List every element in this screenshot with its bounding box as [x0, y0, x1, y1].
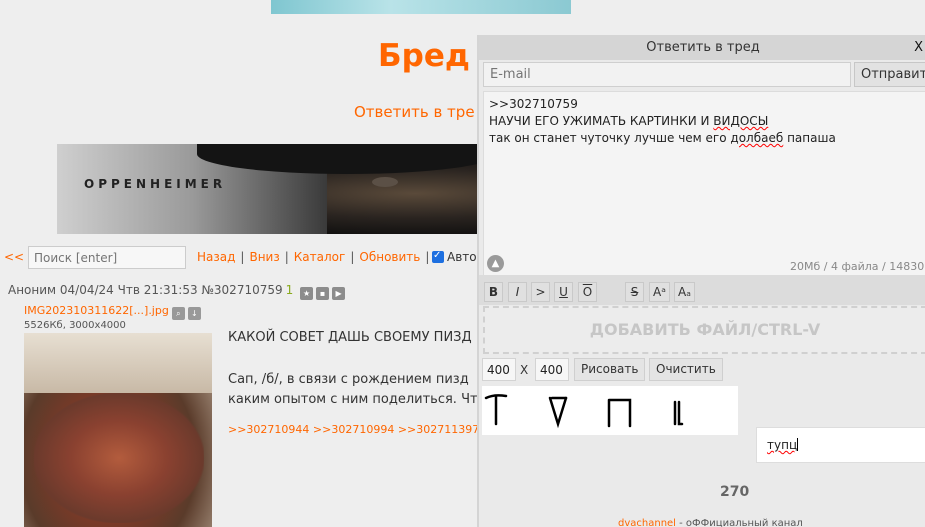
- captcha-counter: 270: [720, 484, 750, 500]
- auto-refresh-toggle[interactable]: Авто: [432, 250, 477, 264]
- dimension-x-label: X: [520, 363, 529, 377]
- message-text: так он станет чуточку лучше чем его: [489, 131, 731, 145]
- nav-link-catalog[interactable]: Каталог: [294, 250, 346, 264]
- nav-separator: |: [350, 250, 355, 264]
- message-text: папаша: [783, 131, 836, 145]
- board-banner-image[interactable]: OPPENHEIMER: [57, 144, 478, 234]
- overline-button[interactable]: O: [578, 282, 597, 302]
- post-subject: КАКОЙ СОВЕТ ДАШЬ СВОЕМУ ПИЗД: [228, 330, 472, 345]
- nav-link-refresh[interactable]: Обновить: [359, 250, 420, 264]
- captcha-answer-text: тупц: [767, 438, 798, 452]
- nav-separator: |: [284, 250, 289, 264]
- reply-form-title: Ответить в тред: [646, 40, 760, 55]
- post-thumbnail[interactable]: [24, 333, 212, 527]
- nav-separator: |: [425, 250, 430, 264]
- reply-form-window: Ответить в тред X Отправить >>302710759 …: [477, 35, 925, 527]
- file-name-link[interactable]: IMG202310311622[...].jpg ⌕ ↓: [24, 304, 201, 320]
- subscript-button[interactable]: Aₐ: [674, 282, 695, 302]
- draw-button[interactable]: Рисовать: [574, 358, 646, 381]
- star-icon[interactable]: ★: [300, 287, 314, 300]
- misspelled-word: ВИДОСЫ: [713, 114, 769, 128]
- download-icon[interactable]: ↓: [187, 307, 201, 320]
- banner-eye-left: [372, 177, 398, 187]
- channel-text: - оФФициальный канал: [675, 518, 803, 527]
- captcha-glyphs: [484, 394, 684, 429]
- post-header: Аноним 04/04/24 Чтв 21:31:53 №302710759 1…: [8, 283, 346, 300]
- search-image-icon[interactable]: ⌕: [171, 307, 185, 320]
- captcha-drawing-canvas[interactable]: [482, 386, 738, 435]
- message-textarea[interactable]: >>302710759 НАУЧИ ЕГО УЖИМАТЬ КАРТИНКИ И…: [483, 91, 925, 276]
- message-line: НАУЧИ ЕГО УЖИМАТЬ КАРТИНКИ И ВИДОСЫ: [489, 113, 921, 130]
- message-line: так он станет чуточку лучше чем его долб…: [489, 130, 921, 147]
- channel-footer: dvachannel - оФФициальный канал: [618, 518, 803, 527]
- thread-nav-links: Назад | Вниз | Каталог | Обновить |: [197, 250, 434, 264]
- post-body-line: Сап, /б/, в связи с рождением пизд: [228, 372, 469, 387]
- nav-back-arrow[interactable]: <<: [4, 250, 24, 264]
- banner-caption: OPPENHEIMER: [84, 177, 227, 191]
- captcha-stroke: [607, 398, 632, 428]
- thumbnail-background: [24, 333, 212, 393]
- send-button[interactable]: Отправить: [854, 62, 925, 87]
- superscript-button[interactable]: Aᵃ: [649, 282, 670, 302]
- captcha-stroke: [548, 396, 568, 429]
- email-field[interactable]: [483, 62, 851, 87]
- channel-link[interactable]: dvachannel: [618, 518, 676, 527]
- post-body: Сап, /б/, в связи с рождением пизд каким…: [228, 370, 488, 410]
- reply-count: 1: [285, 283, 294, 297]
- nav-link-down[interactable]: Вниз: [249, 250, 279, 264]
- quote-button[interactable]: >: [531, 282, 550, 302]
- canvas-width-input[interactable]: [482, 358, 516, 381]
- misspelled-word: долбаеб: [730, 131, 784, 145]
- post-meta: Аноним 04/04/24 Чтв 21:31:53 №302710759: [8, 283, 283, 297]
- reply-form-titlebar[interactable]: Ответить в тред: [479, 35, 925, 60]
- clear-button[interactable]: Очистить: [649, 358, 723, 381]
- canvas-height-input[interactable]: [535, 358, 569, 381]
- pin-icon[interactable]: ▲: [487, 255, 504, 272]
- nav-link-back[interactable]: Назад: [197, 250, 235, 264]
- play-icon[interactable]: ▶: [332, 287, 346, 300]
- reply-thread-link[interactable]: Ответить в тре: [354, 103, 475, 121]
- italic-button[interactable]: I: [508, 282, 527, 302]
- file-meta: 5526Кб, 3000x4000: [24, 320, 126, 331]
- underline-button[interactable]: U: [554, 282, 573, 302]
- thumbnail-subject: [34, 393, 204, 523]
- file-drop-zone[interactable]: ДОБАВИТЬ ФАЙЛ/CTRL-V: [483, 306, 925, 354]
- top-banner-image: [271, 0, 571, 14]
- bold-button[interactable]: B: [484, 282, 503, 302]
- message-line: >>302710759: [489, 97, 578, 111]
- captcha-stroke: [673, 400, 684, 426]
- menu-icon[interactable]: ▪: [316, 287, 330, 300]
- nav-separator: |: [240, 250, 245, 264]
- post-body-line: каким опытом с ним поделиться. Чт: [228, 392, 478, 407]
- auto-refresh-label: Авто: [447, 250, 477, 264]
- format-toolbar: B I > U O S Aᵃ Aₐ: [479, 275, 925, 305]
- message-text: НАУЧИ ЕГО УЖИМАТЬ КАРТИНКИ И: [489, 114, 714, 128]
- close-icon[interactable]: X: [914, 35, 923, 60]
- checkbox-checked-icon[interactable]: [432, 250, 444, 263]
- strike-button[interactable]: S: [625, 282, 644, 302]
- search-input[interactable]: [28, 246, 186, 269]
- board-title: Бред: [378, 38, 470, 74]
- post-replies-links[interactable]: >>302710944 >>302710994 >>302711397: [228, 423, 479, 436]
- upload-limits: 20Мб / 4 файла / 14830: [790, 260, 925, 273]
- captcha-answer-input[interactable]: тупц: [756, 427, 925, 463]
- text-cursor: [797, 438, 799, 451]
- file-name-text[interactable]: IMG202310311622[...].jpg: [24, 304, 169, 317]
